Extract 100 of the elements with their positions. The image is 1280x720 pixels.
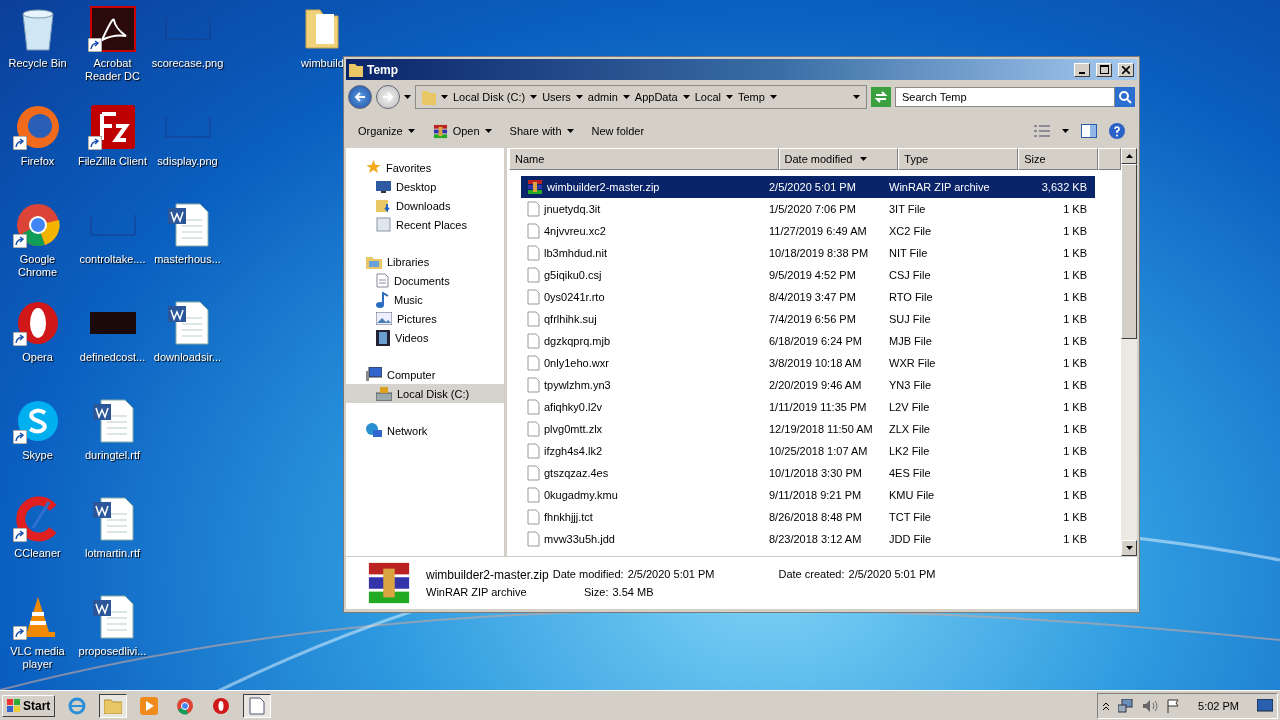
desktop-icon[interactable]: Opera <box>0 298 75 396</box>
details-value: 2/5/2020 5:01 PM <box>848 568 936 582</box>
chevron-up-icon[interactable] <box>1102 700 1111 711</box>
close-icon <box>1122 65 1130 74</box>
nav-item[interactable]: Downloads <box>346 196 504 215</box>
breadcrumb[interactable]: Local Disk (C:) <box>453 91 526 103</box>
desktop-icon[interactable]: Firefox <box>0 102 75 200</box>
desktop-icon[interactable]: duringtel.rtf <box>75 396 150 494</box>
file-row[interactable]: wimbuilder2-master.zip 2/5/2020 5:01 PM WinRAR ZIP archive 3,632 KB <box>521 176 1095 198</box>
desktop-icon[interactable]: lotmartin.rtf <box>75 494 150 592</box>
maximize-button[interactable] <box>1096 62 1112 77</box>
desktop-icon[interactable]: Google Chrome <box>0 200 75 298</box>
nav-item[interactable]: Music <box>346 290 504 309</box>
search-field[interactable]: Search Temp <box>895 87 1115 107</box>
desktop-icon[interactable]: downloadsir... <box>150 298 225 396</box>
breadcrumb[interactable]: Users <box>542 91 571 103</box>
column-header[interactable]: Size <box>1018 148 1098 170</box>
desktop-icon[interactable]: VLC media player <box>0 592 75 690</box>
minimize-button[interactable] <box>1074 62 1090 77</box>
file-row[interactable]: dgzkqprq.mjb 6/18/2019 6:24 PM MJB File 1 KB <box>521 330 1095 352</box>
file-row[interactable]: afiqhky0.l2v 1/11/2019 11:35 PM L2V File 1 KB <box>521 396 1095 418</box>
scroll-down-button[interactable] <box>1121 540 1137 556</box>
file-row[interactable]: fhnkhjjj.tct 8/26/2018 8:48 PM TCT File 1 KB <box>521 506 1095 528</box>
desktop-icon[interactable]: wimbuild <box>301 4 343 102</box>
help-icon[interactable] <box>1109 123 1125 139</box>
desktop-icon[interactable]: Acrobat Reader DC <box>75 4 150 102</box>
search-icon[interactable] <box>1115 87 1135 107</box>
preview-pane-icon[interactable] <box>1081 124 1097 138</box>
desktop-icon[interactable]: masterhous... <box>150 200 225 298</box>
file-row[interactable]: 0ys0241r.rto 8/4/2019 3:47 PM RTO File 1 KB <box>521 286 1095 308</box>
file-row[interactable]: plvg0mtt.zlx 12/19/2018 11:50 AM ZLX File 1 KB <box>521 418 1095 440</box>
file-type: WinRAR ZIP archive <box>889 181 991 193</box>
scrollbar[interactable] <box>1121 148 1137 556</box>
column-header[interactable]: Name <box>509 148 779 170</box>
toolbar-button[interactable]: New folder <box>591 123 645 139</box>
file-size: 1 KB <box>1062 269 1088 281</box>
file-icon <box>527 355 540 371</box>
file-row[interactable]: lb3mhdud.nit 10/18/2019 8:38 PM NIT File 1 KB <box>521 242 1095 264</box>
desktop-icon[interactable]: Skype <box>0 396 75 494</box>
desktop-icon[interactable]: definedcost... <box>75 298 150 396</box>
taskbar-button[interactable] <box>243 693 272 718</box>
file-row[interactable]: jnuetydq.3it 1/5/2020 7:06 PM 3IT File 1 KB <box>521 198 1095 220</box>
folder-icon <box>422 89 436 105</box>
desktop-icon[interactable]: Recycle Bin <box>0 4 75 102</box>
breadcrumb[interactable]: Temp <box>737 91 765 103</box>
desktop-icon[interactable]: scorecase.png <box>150 4 225 102</box>
start-button[interactable]: Start <box>2 694 56 717</box>
back-button[interactable] <box>348 85 372 109</box>
toolbar-button[interactable]: Organize <box>358 123 415 139</box>
desktop-icon[interactable]: controltake.... <box>75 200 150 298</box>
toolbar-button[interactable]: Share with <box>509 123 574 139</box>
column-header[interactable]: Type <box>898 148 1019 170</box>
desktop-icon[interactable]: sdisplay.png <box>150 102 225 200</box>
speaker-icon[interactable] <box>1142 698 1159 713</box>
scroll-up-button[interactable] <box>1121 148 1137 164</box>
file-row[interactable]: qfrlhihk.suj 7/4/2019 6:56 PM SUJ File 1 KB <box>521 308 1095 330</box>
file-row[interactable]: mvw33u5h.jdd 8/23/2018 3:12 AM JDD File 1 KB <box>521 528 1095 550</box>
show-desktop-icon[interactable] <box>1257 698 1273 713</box>
firefox-icon <box>14 104 61 150</box>
nav-item[interactable]: Desktop <box>346 177 504 196</box>
file-row[interactable]: 4njvvreu.xc2 11/27/2019 6:49 AM XC2 File 1 KB <box>521 220 1095 242</box>
flag-icon[interactable] <box>1166 698 1181 713</box>
caret-icon <box>566 129 574 133</box>
desktop-icon[interactable]: FileZilla Client <box>75 102 150 200</box>
scrollbar-thumb[interactable] <box>1121 164 1137 339</box>
file-row[interactable]: 0nly1eho.wxr 3/8/2019 10:18 AM WXR File 1 KB <box>521 352 1095 374</box>
nav-item[interactable]: Favorites <box>346 158 504 177</box>
toolbar-button[interactable]: Open <box>432 121 492 141</box>
forward-button[interactable] <box>376 85 400 109</box>
file-row[interactable]: gtszqzaz.4es 10/1/2018 3:30 PM 4ES File 1 KB <box>521 462 1095 484</box>
file-row[interactable]: g5iqiku0.csj 9/5/2019 4:52 PM CSJ File 1 KB <box>521 264 1095 286</box>
nav-item[interactable]: Pictures <box>346 309 504 328</box>
date-modified: 10/25/2018 1:07 AM <box>769 445 869 457</box>
desktop-icon[interactable]: proposedlivi... <box>75 592 150 690</box>
recent-places-icon <box>376 217 391 232</box>
file-size: 1 KB <box>1062 247 1088 259</box>
taskbar-button[interactable] <box>99 693 128 718</box>
date-modified: 8/26/2018 8:48 PM <box>769 511 863 523</box>
breadcrumb[interactable]: Local <box>694 91 721 103</box>
breadcrumb[interactable]: admin <box>587 91 618 103</box>
nav-item[interactable]: Libraries <box>346 252 504 271</box>
nav-item[interactable]: Recent Places <box>346 215 504 234</box>
column-header[interactable]: Date modified <box>778 148 899 170</box>
desktop-icon[interactable]: CCleaner <box>0 494 75 592</box>
address-bar[interactable]: Local Disk (C:) Users admin AppData Local Temp <box>415 85 867 109</box>
date-modified: 2/20/2019 9:46 AM <box>769 379 863 391</box>
file-row[interactable]: 0kugadmy.kmu 9/11/2018 9:21 PM KMU File 1 KB <box>521 484 1095 506</box>
file-row[interactable]: tpywlzhm.yn3 2/20/2019 9:46 AM YN3 File 1 KB <box>521 374 1095 396</box>
network-icon[interactable] <box>1118 698 1135 713</box>
nav-item[interactable]: Computer <box>346 365 504 384</box>
clock[interactable]: 5:02 PM <box>1188 699 1249 712</box>
refresh-icon[interactable] <box>871 87 891 107</box>
nav-item[interactable]: Local Disk (C:) <box>346 384 504 403</box>
breadcrumb[interactable]: AppData <box>634 91 678 103</box>
close-button[interactable] <box>1118 62 1134 77</box>
nav-item[interactable]: Videos <box>346 328 504 347</box>
file-row[interactable]: ifzgh4s4.lk2 10/25/2018 1:07 AM LK2 File 1 KB <box>521 440 1095 462</box>
nav-item[interactable]: Network <box>346 421 504 440</box>
file-size: 1 KB <box>1062 489 1088 501</box>
nav-item[interactable]: Documents <box>346 271 504 290</box>
